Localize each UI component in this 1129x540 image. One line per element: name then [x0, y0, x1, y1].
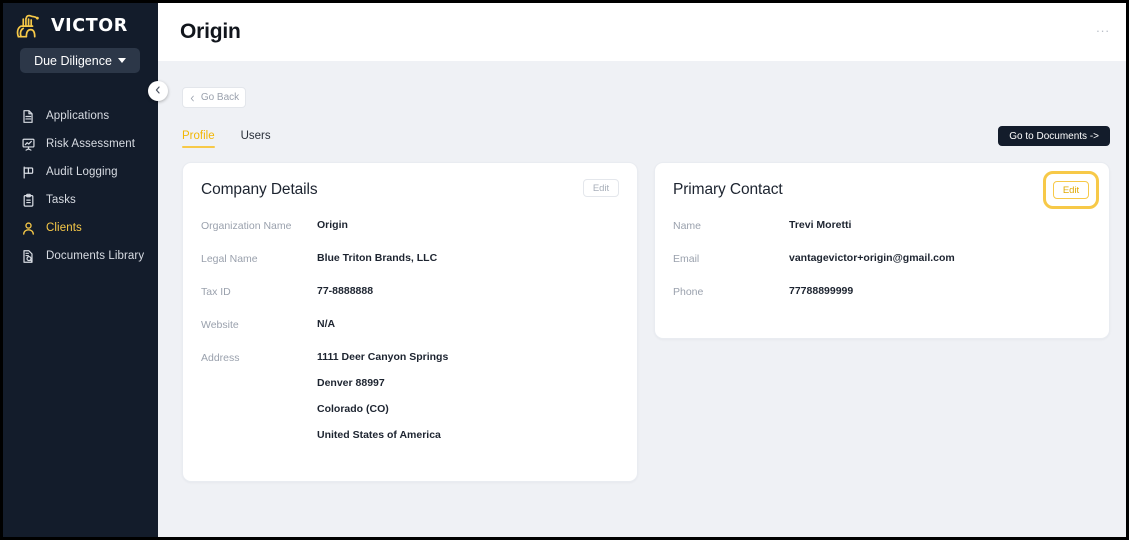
- primary-contact-card: Primary Contact Edit Name Trevi Moretti …: [654, 162, 1110, 339]
- page-title: Origin: [180, 20, 241, 43]
- flag-icon: [21, 165, 36, 180]
- primary-contact-edit-button[interactable]: Edit: [1053, 181, 1089, 199]
- field-label: Legal Name: [201, 253, 258, 265]
- document-search-icon: [21, 249, 36, 264]
- field-row: Organization Name Origin: [201, 219, 615, 232]
- tab-label: Profile: [182, 130, 215, 142]
- content-area: Go Back Profile Users Go to Documents ->: [158, 61, 1126, 537]
- sidebar-item-label: Tasks: [46, 194, 76, 206]
- main-area: Origin ... Go Back Profile Users Go to D…: [158, 3, 1126, 537]
- address-line: Denver 88997: [317, 377, 385, 389]
- address-line: 1111 Deer Canyon Springs: [317, 351, 449, 363]
- card-title: Primary Contact: [673, 181, 783, 198]
- address-row: Address 1111 Deer Canyon Springs Denver …: [201, 351, 615, 441]
- go-back-button[interactable]: Go Back: [182, 87, 246, 108]
- field-value: 77788899999: [789, 285, 854, 297]
- sidebar-nav: Applications Risk Assessment Audit Loggi…: [3, 102, 158, 270]
- edit-label: Edit: [1062, 184, 1080, 196]
- field-row: Phone 77788899999: [673, 285, 1087, 298]
- field-value: Trevi Moretti: [789, 219, 852, 231]
- go-to-documents-label: Go to Documents ->: [1009, 130, 1099, 142]
- sidebar-item-risk-assessment[interactable]: Risk Assessment: [3, 130, 158, 158]
- field-label: Website: [201, 319, 239, 331]
- workspace-selector[interactable]: Due Diligence: [20, 48, 140, 73]
- sidebar-item-label: Documents Library: [46, 250, 145, 262]
- application-window: VICTOR Due Diligence Applications Risk A…: [3, 3, 1126, 537]
- sidebar-item-documents-library[interactable]: Documents Library: [3, 242, 158, 270]
- field-row: Email vantagevictor+origin@gmail.com: [673, 252, 1087, 265]
- sidebar-item-clients[interactable]: Clients: [3, 214, 158, 242]
- tab-profile[interactable]: Profile: [182, 130, 215, 148]
- address-line: Colorado (CO): [317, 403, 389, 415]
- presentation-chart-icon: [21, 137, 36, 152]
- field-row: Website N/A: [201, 318, 615, 331]
- sidebar-item-label: Applications: [46, 110, 110, 122]
- field-label: Organization Name: [201, 220, 292, 232]
- company-details-card: Company Details Edit Organization Name O…: [182, 162, 638, 482]
- field-row: Tax ID 77-8888888: [201, 285, 615, 298]
- field-label: Tax ID: [201, 286, 231, 298]
- cards-container: Company Details Edit Organization Name O…: [182, 162, 1110, 482]
- field-value: Blue Triton Brands, LLC: [317, 252, 438, 264]
- edit-button-highlight-ring: Edit: [1043, 171, 1099, 209]
- field-label: Email: [673, 253, 700, 265]
- field-value: Origin: [317, 219, 348, 231]
- address-value: 1111 Deer Canyon Springs Denver 88997 Co…: [317, 351, 448, 441]
- victor-emblem-icon: [14, 13, 44, 41]
- brand-logo: VICTOR: [3, 3, 158, 41]
- field-row: Name Trevi Moretti: [673, 219, 1087, 232]
- chevron-left-icon: [189, 89, 196, 107]
- brand-name: VICTOR: [51, 15, 128, 36]
- workspace-label: Due Diligence: [34, 53, 112, 68]
- tabs: Profile Users Go to Documents ->: [182, 124, 1110, 148]
- address-line: United States of America: [317, 429, 441, 441]
- edit-label: Edit: [592, 182, 610, 194]
- chevron-down-icon: [117, 58, 126, 63]
- field-row: Legal Name Blue Triton Brands, LLC: [201, 252, 615, 265]
- sidebar-item-label: Risk Assessment: [46, 138, 136, 150]
- field-label: Address: [201, 352, 240, 364]
- screenshot-frame: VICTOR Due Diligence Applications Risk A…: [0, 0, 1129, 540]
- clipboard-icon: [21, 193, 36, 208]
- go-back-label: Go Back: [200, 92, 240, 103]
- tab-users[interactable]: Users: [241, 130, 271, 148]
- field-label: Name: [673, 220, 702, 232]
- card-title: Company Details: [201, 181, 318, 198]
- chevron-left-icon: [153, 82, 163, 100]
- field-label: Phone: [673, 286, 704, 298]
- sidebar-collapse-button[interactable]: [148, 81, 168, 101]
- go-to-documents-button[interactable]: Go to Documents ->: [998, 126, 1110, 146]
- sidebar-item-audit-logging[interactable]: Audit Logging: [3, 158, 158, 186]
- document-icon: [21, 109, 36, 124]
- field-value: N/A: [317, 318, 336, 330]
- sidebar: VICTOR Due Diligence Applications Risk A…: [3, 3, 168, 537]
- sidebar-item-label: Audit Logging: [46, 166, 118, 178]
- topbar: Origin ...: [158, 3, 1126, 61]
- tab-label: Users: [240, 130, 271, 142]
- company-details-edit-button[interactable]: Edit: [583, 179, 619, 197]
- field-value: vantagevictor+origin@gmail.com: [789, 252, 955, 264]
- user-icon: [21, 221, 36, 236]
- sidebar-item-tasks[interactable]: Tasks: [3, 186, 158, 214]
- field-value: 77-8888888: [317, 285, 374, 297]
- sidebar-item-label: Clients: [46, 222, 82, 234]
- sidebar-item-applications[interactable]: Applications: [3, 102, 158, 130]
- ellipsis-horizontal-icon[interactable]: ...: [1096, 21, 1110, 34]
